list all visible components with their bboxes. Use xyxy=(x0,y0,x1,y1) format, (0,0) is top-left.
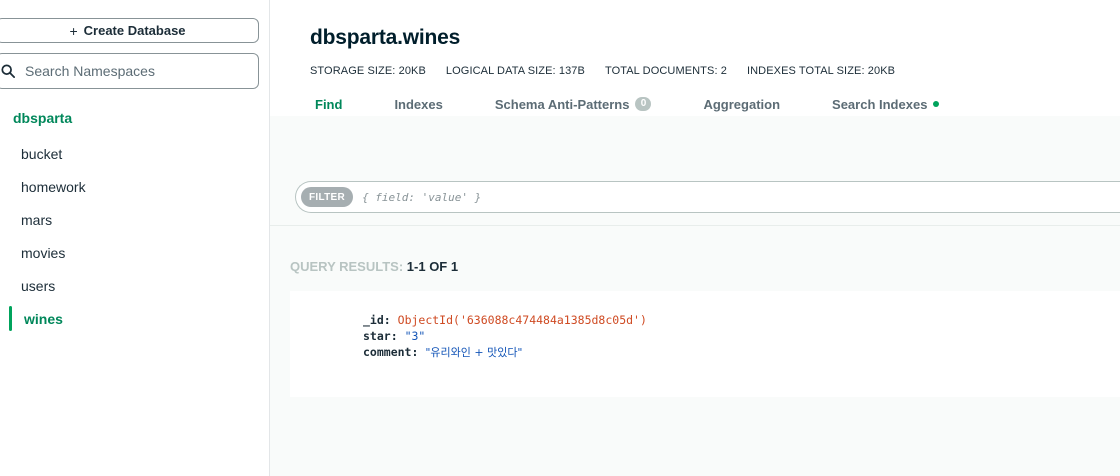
field-value-star[interactable]: "3" xyxy=(405,329,426,343)
stat-indexes-total-size: INDEXES TOTAL SIZE: 20KB xyxy=(746,65,896,77)
sidebar: + Create Database dbsparta bucket homewo… xyxy=(0,0,270,476)
collection-item-movies[interactable]: movies xyxy=(0,236,269,269)
tab-indexes[interactable]: Indexes xyxy=(394,95,442,113)
status-dot-icon xyxy=(933,101,940,107)
collection-item-mars[interactable]: mars xyxy=(0,203,269,236)
field-value-id[interactable]: ObjectId('636088c474484a1385d8c05d') xyxy=(398,313,647,327)
plus-icon: + xyxy=(69,22,78,39)
tab-find[interactable]: Find xyxy=(315,95,342,113)
query-results-count: 1-1 OF 1 xyxy=(406,259,459,274)
filter-bar: FILTER xyxy=(295,181,1120,213)
namespace-search-box[interactable] xyxy=(0,53,259,89)
field-key-comment: comment: xyxy=(363,345,419,359)
collection-item-wines[interactable]: wines xyxy=(0,302,269,335)
stat-total-documents: TOTAL DOCUMENTS: 2 xyxy=(604,65,727,77)
field-key-id: _id: xyxy=(363,313,391,327)
create-database-label: Create Database xyxy=(83,23,186,38)
anti-patterns-count-badge: 0 xyxy=(635,97,652,111)
tab-schema-anti-patterns-label: Schema Anti-Patterns xyxy=(494,96,630,112)
query-results-summary: QUERY RESULTS: 1-1 OF 1 xyxy=(290,259,458,274)
tab-search-indexes-label: Search Indexes xyxy=(832,96,928,112)
divider xyxy=(270,225,1120,226)
document-fields: _id: ObjectId('636088c474484a1385d8c05d'… xyxy=(363,312,647,361)
tab-schema-anti-patterns[interactable]: Schema Anti-Patterns 0 xyxy=(495,95,652,113)
namespace-search-input[interactable] xyxy=(25,63,245,79)
tab-aggregation-label: Aggregation xyxy=(703,96,781,112)
field-row-comment: comment: "유리와인 + 맛있다" xyxy=(363,344,647,361)
collection-tabs: Find Indexes Schema Anti-Patterns 0 Aggr… xyxy=(315,95,991,113)
collection-item-homework[interactable]: homework xyxy=(0,170,269,203)
tab-search-indexes[interactable]: Search Indexes xyxy=(832,95,940,113)
filter-label-badge: FILTER xyxy=(301,187,354,207)
field-row-id: _id: ObjectId('636088c474484a1385d8c05d'… xyxy=(363,312,647,328)
document-card[interactable]: _id: ObjectId('636088c474484a1385d8c05d'… xyxy=(290,291,1120,397)
database-item-dbsparta[interactable]: dbsparta xyxy=(13,110,72,126)
create-database-button[interactable]: + Create Database xyxy=(0,18,259,43)
collection-item-bucket[interactable]: bucket xyxy=(0,137,269,170)
tab-find-label: Find xyxy=(315,96,343,112)
field-value-comment[interactable]: "유리와인 + 맛있다" xyxy=(425,346,522,359)
collection-stats: STORAGE SIZE: 20KB LOGICAL DATA SIZE: 13… xyxy=(310,65,895,77)
main-panel: dbsparta.wines STORAGE SIZE: 20KB LOGICA… xyxy=(270,0,1120,476)
collection-list: bucket homework mars movies users wines xyxy=(0,137,269,335)
page-title: dbsparta.wines xyxy=(310,26,461,49)
tab-aggregation[interactable]: Aggregation xyxy=(703,95,780,113)
collection-item-users[interactable]: users xyxy=(0,269,269,302)
search-icon xyxy=(1,64,15,78)
field-row-star: star: "3" xyxy=(363,328,647,344)
stat-storage-size: STORAGE SIZE: 20KB xyxy=(310,65,426,77)
tab-indexes-label: Indexes xyxy=(394,96,443,112)
stat-logical-data-size: LOGICAL DATA SIZE: 137B xyxy=(445,65,585,77)
field-key-star: star: xyxy=(363,329,398,343)
filter-input[interactable] xyxy=(362,190,963,204)
query-results-label: QUERY RESULTS: xyxy=(290,259,404,274)
